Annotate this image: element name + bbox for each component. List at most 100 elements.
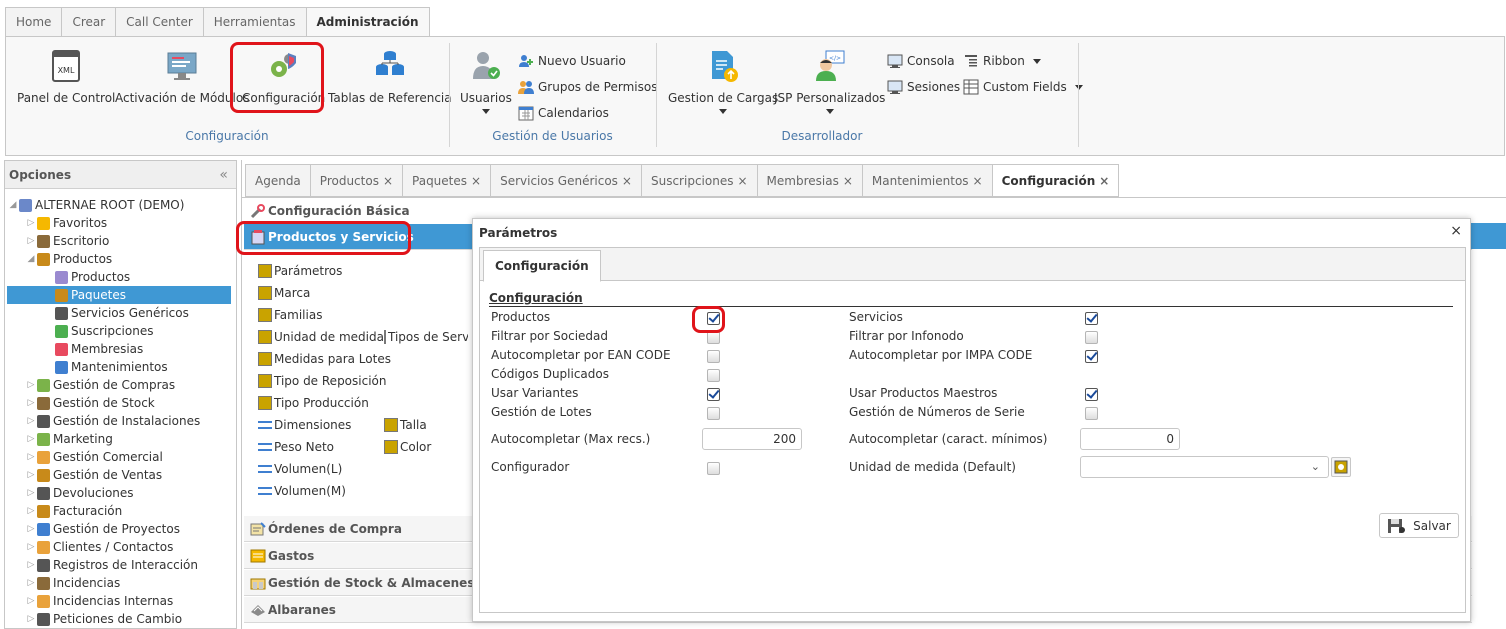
close-tab-icon[interactable]: × (1099, 174, 1109, 188)
checkbox[interactable] (1085, 312, 1098, 325)
tree-node[interactable]: ▷ Incidencias (25, 574, 121, 592)
menu-item[interactable]: Dimensiones (258, 416, 351, 434)
tree-toggle-icon[interactable]: ▷ (25, 484, 37, 502)
tree-node[interactable]: Membresias (43, 340, 143, 358)
menu-item[interactable]: Peso Neto (258, 438, 334, 456)
tree-node[interactable]: ▷ Registros de Interacción (25, 556, 198, 574)
calendarios-button[interactable]: Calendarios (518, 103, 609, 123)
menu-item[interactable]: Medidas para Lotes (258, 350, 391, 368)
close-tab-icon[interactable]: × (973, 174, 983, 188)
doc-tab[interactable]: Mantenimientos × (861, 164, 993, 197)
checkbox[interactable] (1085, 388, 1098, 401)
tree-toggle-icon[interactable]: ◢ (25, 250, 37, 268)
nuevo-usuario-button[interactable]: Nuevo Usuario (518, 51, 626, 71)
collapse-icon[interactable]: « (219, 161, 228, 189)
tree-toggle-icon[interactable]: ▷ (25, 412, 37, 430)
checkbox[interactable] (707, 350, 720, 363)
tab-configuracion[interactable]: Configuración (483, 250, 601, 282)
menu-item[interactable]: Parámetros (258, 262, 342, 280)
close-tab-icon[interactable]: × (383, 174, 393, 188)
menu-item[interactable]: Unidad de medida (258, 328, 384, 346)
tree-node[interactable]: ▷ Gestión de Compras (25, 376, 176, 394)
usuarios-button[interactable]: Usuarios (460, 45, 512, 114)
menu-item[interactable]: Tipos de Servi (384, 328, 468, 346)
jsp-dropdown-icon[interactable] (825, 109, 834, 114)
tree-node[interactable]: ▷ Incidencias Internas (25, 592, 174, 610)
tree-toggle-icon[interactable]: ▷ (25, 232, 37, 250)
tree-node[interactable]: Suscripciones (43, 322, 153, 340)
unidad-medida-select[interactable]: ⌄ (1080, 456, 1329, 478)
jsp-personalizados-button[interactable]: </> JSP Personalizados (774, 45, 885, 114)
checkbox[interactable] (707, 388, 720, 401)
tree-node[interactable]: ▷ Gestión de Instalaciones (25, 412, 201, 430)
tree-toggle-icon[interactable]: ▷ (25, 520, 37, 538)
tree-toggle-icon[interactable]: ▷ (25, 214, 37, 232)
tree-toggle-icon[interactable]: ▷ (25, 430, 37, 448)
tablas-referencia-button[interactable]: Tablas de Referencia (328, 45, 452, 105)
ribbon-tab-crear[interactable]: Crear (61, 7, 117, 37)
panel-control-button[interactable]: XML Panel de Control (17, 45, 115, 105)
tree-toggle-icon[interactable]: ▷ (25, 466, 37, 484)
tree-node[interactable]: ▷ Facturación (25, 502, 123, 520)
tree-node[interactable]: Productos (43, 268, 130, 286)
grupos-permisos-button[interactable]: Grupos de Permisos (518, 77, 657, 97)
sesiones-button[interactable]: Sesiones (887, 77, 960, 97)
doc-tab[interactable]: Paquetes × (402, 164, 492, 197)
doc-tab[interactable]: Agenda (245, 164, 311, 197)
tree-node[interactable]: ▷ Escritorio (25, 232, 110, 250)
tree-toggle-icon[interactable]: ▷ (25, 394, 37, 412)
close-tab-icon[interactable]: × (843, 174, 853, 188)
doc-tab[interactable]: Servicios Genéricos × (490, 164, 642, 197)
checkbox[interactable] (1085, 350, 1098, 363)
consola-button[interactable]: Consola (887, 51, 955, 71)
tree-node[interactable]: ▷ Devoluciones (25, 484, 134, 502)
tree-node[interactable]: ▷ Gestión Comercial (25, 448, 163, 466)
menu-item[interactable]: Tipo Producción (258, 394, 369, 412)
ribbon-tab-call-center[interactable]: Call Center (115, 7, 204, 37)
tree-node[interactable]: ▷ Peticiones de Cambio (25, 610, 183, 628)
ribbon-tab-herramientas[interactable]: Herramientas (202, 7, 307, 37)
doc-tab[interactable]: Configuración × (991, 164, 1120, 197)
tree-node[interactable]: Servicios Genéricos (43, 304, 189, 322)
checkbox[interactable] (1085, 331, 1098, 344)
tree-node[interactable]: ▷ Marketing (25, 430, 113, 448)
ribbon-button[interactable]: Ribbon (963, 51, 1041, 71)
checkbox[interactable] (1085, 407, 1098, 420)
menu-item[interactable]: Volumen(M) (258, 482, 346, 500)
tree-toggle-icon[interactable]: ▷ (25, 376, 37, 394)
ribbon-tab-administracion[interactable]: Administración (305, 7, 430, 38)
menu-item[interactable]: Volumen(L) (258, 460, 342, 478)
tree-node[interactable]: Paquetes (7, 286, 231, 304)
tree-node[interactable]: ▷ Favoritos (25, 214, 108, 232)
close-tab-icon[interactable]: × (471, 174, 481, 188)
close-icon[interactable]: × (1450, 223, 1462, 239)
gestion-cargas-button[interactable]: Gestion de Cargas (668, 45, 778, 114)
checkbox[interactable] (707, 407, 720, 420)
tree-node[interactable]: ▷ Gestión de Ventas (25, 466, 163, 484)
tree-toggle-icon[interactable]: ▷ (25, 538, 37, 556)
tree-toggle-icon[interactable]: ▷ (25, 556, 37, 574)
close-tab-icon[interactable]: × (737, 174, 747, 188)
tree-node[interactable]: ◢ Productos (25, 250, 113, 268)
tree-toggle-icon[interactable]: ▷ (25, 592, 37, 610)
tree-toggle-icon[interactable]: ▷ (25, 448, 37, 466)
menu-item[interactable]: Color (384, 438, 431, 456)
save-button[interactable]: Salvar (1379, 513, 1459, 538)
autocompletar-max-input[interactable]: 200 (702, 428, 802, 450)
usuarios-dropdown-icon[interactable] (481, 109, 490, 114)
menu-item[interactable]: Talla (384, 416, 427, 434)
tree-toggle-icon[interactable]: ▷ (25, 610, 37, 628)
gestion-cargas-dropdown-icon[interactable] (719, 109, 728, 114)
configurador-checkbox[interactable] (707, 462, 720, 475)
tree-node[interactable]: ◢ ALTERNAE ROOT (DEMO) (7, 196, 185, 214)
tree-node[interactable]: ▷ Gestión de Stock (25, 394, 155, 412)
doc-tab[interactable]: Productos × (309, 164, 404, 197)
tree-toggle-icon[interactable]: ▷ (25, 574, 37, 592)
close-tab-icon[interactable]: × (622, 174, 632, 188)
tree-node[interactable]: ▷ Gestión de Proyectos (25, 520, 180, 538)
tree-node[interactable]: Mantenimientos (43, 358, 168, 376)
ribbon-tab-home[interactable]: Home (5, 7, 63, 37)
menu-item[interactable]: Marca (258, 284, 310, 302)
custom-fields-button[interactable]: Custom Fields (963, 77, 1083, 97)
tree-toggle-icon[interactable]: ▷ (25, 502, 37, 520)
